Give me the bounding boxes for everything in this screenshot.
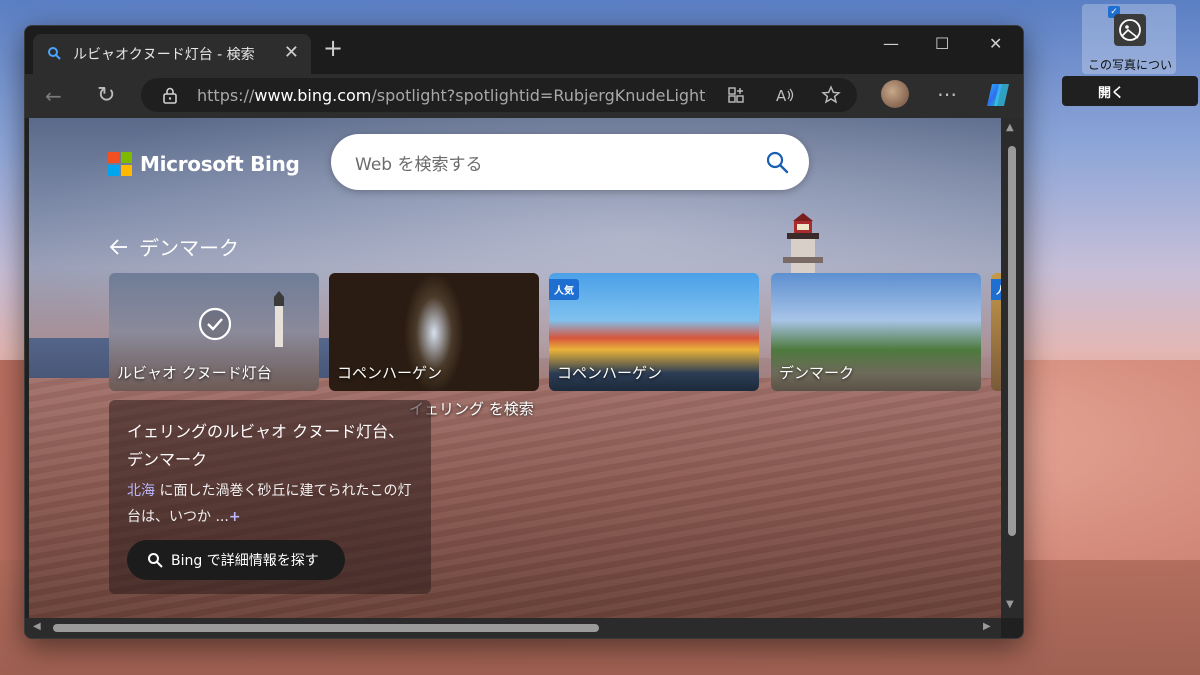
check-circle-icon: [198, 307, 232, 341]
new-tab-button[interactable]: +: [323, 36, 343, 60]
card-label: ルビャオ クヌード灯台: [117, 364, 272, 382]
profile-avatar[interactable]: [881, 80, 909, 108]
card-label: コペンハーゲン: [337, 364, 443, 382]
scroll-up-icon[interactable]: ▲: [1006, 122, 1014, 133]
info-title: イェリングのルビャオ クヌード灯台、デンマーク: [127, 422, 405, 469]
expand-plus-icon[interactable]: +: [229, 509, 241, 525]
north-sea-link[interactable]: 北海: [127, 483, 155, 499]
search-input[interactable]: Web を検索する: [355, 150, 482, 175]
horizontal-scroll-thumb[interactable]: [53, 624, 599, 632]
info-panel: イェリングのルビャオ クヌード灯台、デンマーク 北海 に面した渦巻く砂丘に建てら…: [109, 400, 431, 594]
scroll-right-icon[interactable]: ▶: [983, 621, 991, 632]
vertical-scroll-thumb[interactable]: [1008, 146, 1016, 536]
search-icon[interactable]: [765, 150, 789, 174]
card-label: コペンハーゲン: [557, 364, 663, 382]
back-link-label: デンマーク: [139, 236, 239, 260]
more-menu-icon[interactable]: ⋯: [937, 82, 957, 106]
address-bar[interactable]: https://www.bing.com/spotlight?spotlight…: [141, 78, 857, 112]
microsoft-logo-icon: [108, 152, 132, 176]
app-available-icon[interactable]: [727, 86, 745, 104]
arrow-left-icon: [109, 238, 127, 255]
back-button[interactable]: ←: [45, 84, 62, 108]
copilot-icon[interactable]: [983, 80, 1013, 110]
card-rubjerg-knude[interactable]: ルビャオ クヌード灯台: [109, 273, 319, 391]
browser-tab[interactable]: ルビャオクヌード灯台 - 検索 ✕: [33, 34, 311, 74]
learn-more-button[interactable]: Bing で詳細情報を探す: [127, 540, 345, 580]
widget-label: この写真につい: [1087, 58, 1172, 72]
maximize-button[interactable]: ☐: [935, 34, 949, 53]
card-copenhagen-1[interactable]: コペンハーゲン: [329, 273, 539, 391]
back-link-denmark[interactable]: デンマーク: [109, 232, 239, 261]
minimize-button[interactable]: —: [883, 34, 899, 53]
learn-more-label: Bing で詳細情報を探す: [171, 553, 319, 569]
toolbar: ← ↻ https://www.bing.com/spotlight?spotl…: [25, 74, 1023, 118]
bing-logo[interactable]: Microsoft Bing: [108, 152, 300, 176]
browser-window: ルビャオクヌード灯台 - 検索 ✕ + — ☐ ✕ ← ↻ https://ww…: [24, 25, 1024, 639]
open-button[interactable]: 開く: [1062, 76, 1198, 106]
bing-brand-text: Microsoft Bing: [140, 152, 300, 176]
close-window-button[interactable]: ✕: [989, 34, 1002, 53]
popular-badge: 人: [991, 279, 1001, 300]
url-text: https://www.bing.com/spotlight?spotlight…: [197, 86, 707, 105]
title-bar: ルビャオクヌード灯台 - 検索 ✕ + — ☐ ✕: [25, 26, 1023, 74]
close-tab-icon[interactable]: ✕: [284, 42, 299, 63]
popular-badge: 人気: [549, 279, 579, 300]
card-copenhagen-2[interactable]: 人気 コペンハーゲン: [549, 273, 759, 391]
page-content: Microsoft Bing Web を検索する デンマーク ルビャオ クヌード…: [29, 118, 1001, 618]
card-denmark[interactable]: デンマーク: [771, 273, 981, 391]
scroll-left-icon[interactable]: ◀: [33, 621, 41, 632]
refresh-button[interactable]: ↻: [97, 84, 115, 108]
info-description: 北海 に面した渦巻く砂丘に建てられたこの灯台は、いつか ...+: [127, 483, 412, 525]
photo-info-icon: [1114, 14, 1146, 46]
lighthouse-image: [783, 213, 823, 275]
vertical-scrollbar[interactable]: ▲ ▼: [1001, 118, 1023, 618]
horizontal-scrollbar[interactable]: ◀ ▶: [25, 618, 1001, 638]
open-button-label: 開く: [1098, 86, 1125, 101]
scroll-down-icon[interactable]: ▼: [1006, 599, 1014, 610]
search-icon: [148, 553, 163, 568]
card-partial[interactable]: 人: [991, 273, 1001, 391]
photo-info-widget[interactable]: ✓ この写真につい: [1082, 4, 1176, 74]
favorite-star-icon[interactable]: [821, 85, 841, 105]
card-label: デンマーク: [779, 364, 855, 382]
tab-title: ルビャオクヌード灯台 - 検索: [73, 47, 255, 63]
lock-icon[interactable]: [161, 86, 179, 104]
bing-search-box[interactable]: Web を検索する: [331, 134, 809, 190]
search-icon: [48, 47, 61, 60]
lighthouse-thumb-icon: [274, 291, 284, 347]
svg-text:A: A: [776, 87, 787, 104]
read-aloud-icon[interactable]: A: [775, 86, 795, 104]
